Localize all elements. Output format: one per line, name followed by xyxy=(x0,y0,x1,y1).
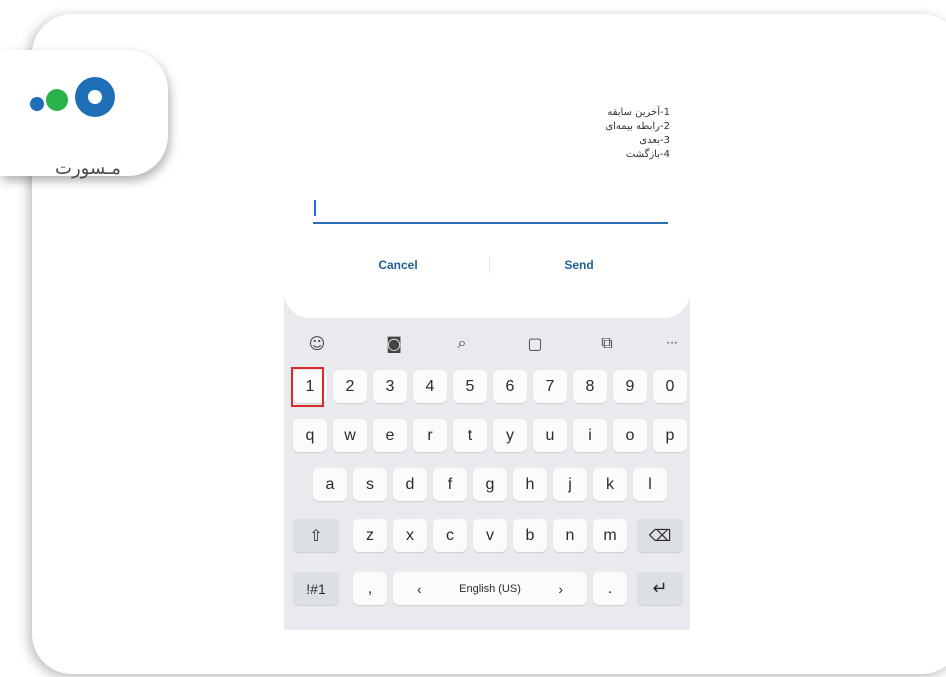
key-p[interactable]: p xyxy=(653,419,687,452)
period-key[interactable]: . xyxy=(593,572,627,605)
search-icon[interactable]: ⌕ xyxy=(451,332,473,354)
reply-input[interactable] xyxy=(313,194,668,224)
logo-badge: مـسورت xyxy=(0,50,168,179)
key-g[interactable]: g xyxy=(473,468,507,501)
cancel-button[interactable]: Cancel xyxy=(318,258,478,272)
key-e[interactable]: e xyxy=(373,419,407,452)
phone-screen: 1-آخرین سابقه 2-رابطه بیمه‌ای 3-بعدی 4-ب… xyxy=(284,64,690,630)
key-8[interactable]: 8 xyxy=(573,370,607,403)
key-f[interactable]: f xyxy=(433,468,467,501)
key-q[interactable]: q xyxy=(293,419,327,452)
menu-line: 2-رابطه بیمه‌ای xyxy=(605,121,670,132)
sticker-icon[interactable]: ◙ xyxy=(383,332,405,354)
key-s[interactable]: s xyxy=(353,468,387,501)
key-c[interactable]: c xyxy=(433,519,467,552)
dialog-message: 1-آخرین سابقه 2-رابطه بیمه‌ای 3-بعدی 4-ب… xyxy=(605,106,670,162)
clipboard-icon[interactable]: ▢ xyxy=(524,332,546,354)
backspace-key[interactable]: ⌫ xyxy=(637,519,683,552)
key-h[interactable]: h xyxy=(513,468,547,501)
key-n[interactable]: n xyxy=(553,519,587,552)
key-t[interactable]: t xyxy=(453,419,487,452)
ussd-dialog: 1-آخرین سابقه 2-رابطه بیمه‌ای 3-بعدی 4-ب… xyxy=(284,64,690,318)
chevron-left-icon: ‹ xyxy=(417,580,422,597)
shift-key[interactable]: ⇧ xyxy=(293,519,339,552)
key-w[interactable]: w xyxy=(333,419,367,452)
key-i[interactable]: i xyxy=(573,419,607,452)
comma-key[interactable]: , xyxy=(353,572,387,605)
key-d[interactable]: d xyxy=(393,468,427,501)
keyboard-toolbar: ☺ ◙ ⌕ ▢ ⧉ ··· xyxy=(284,326,690,360)
input-underline xyxy=(313,222,668,224)
menu-line: 4-بازگشت xyxy=(625,149,670,160)
key-6[interactable]: 6 xyxy=(493,370,527,403)
key-b[interactable]: b xyxy=(513,519,547,552)
key-1[interactable]: 1 xyxy=(293,370,327,403)
key-u[interactable]: u xyxy=(533,419,567,452)
key-z[interactable]: z xyxy=(353,519,387,552)
translate-icon[interactable]: ⧉ xyxy=(596,332,618,354)
key-x[interactable]: x xyxy=(393,519,427,552)
menu-line: 3-بعدی xyxy=(639,135,670,146)
send-button[interactable]: Send xyxy=(499,258,659,272)
logo-icon xyxy=(30,77,115,117)
button-divider xyxy=(489,257,490,273)
menu-line: 1-آخرین سابقه xyxy=(607,107,670,118)
key-0[interactable]: 0 xyxy=(653,370,687,403)
key-2[interactable]: 2 xyxy=(333,370,367,403)
key-9[interactable]: 9 xyxy=(613,370,647,403)
more-icon[interactable]: ··· xyxy=(661,332,683,354)
chevron-right-icon: › xyxy=(558,580,563,597)
key-7[interactable]: 7 xyxy=(533,370,567,403)
key-k[interactable]: k xyxy=(593,468,627,501)
logo-text: مـسورت xyxy=(55,158,121,179)
key-a[interactable]: a xyxy=(313,468,347,501)
key-v[interactable]: v xyxy=(473,519,507,552)
key-3[interactable]: 3 xyxy=(373,370,407,403)
text-cursor xyxy=(314,200,316,216)
key-y[interactable]: y xyxy=(493,419,527,452)
key-4[interactable]: 4 xyxy=(413,370,447,403)
key-l[interactable]: l xyxy=(633,468,667,501)
key-o[interactable]: o xyxy=(613,419,647,452)
key-r[interactable]: r xyxy=(413,419,447,452)
key-m[interactable]: m xyxy=(593,519,627,552)
space-bar[interactable]: ‹ English (US) › xyxy=(393,572,587,605)
enter-key[interactable]: ↵ xyxy=(637,572,683,605)
symbols-key[interactable]: !#1 xyxy=(293,572,339,605)
key-j[interactable]: j xyxy=(553,468,587,501)
emoji-icon[interactable]: ☺ xyxy=(306,332,328,354)
space-language-label: English (US) xyxy=(459,582,521,595)
key-5[interactable]: 5 xyxy=(453,370,487,403)
